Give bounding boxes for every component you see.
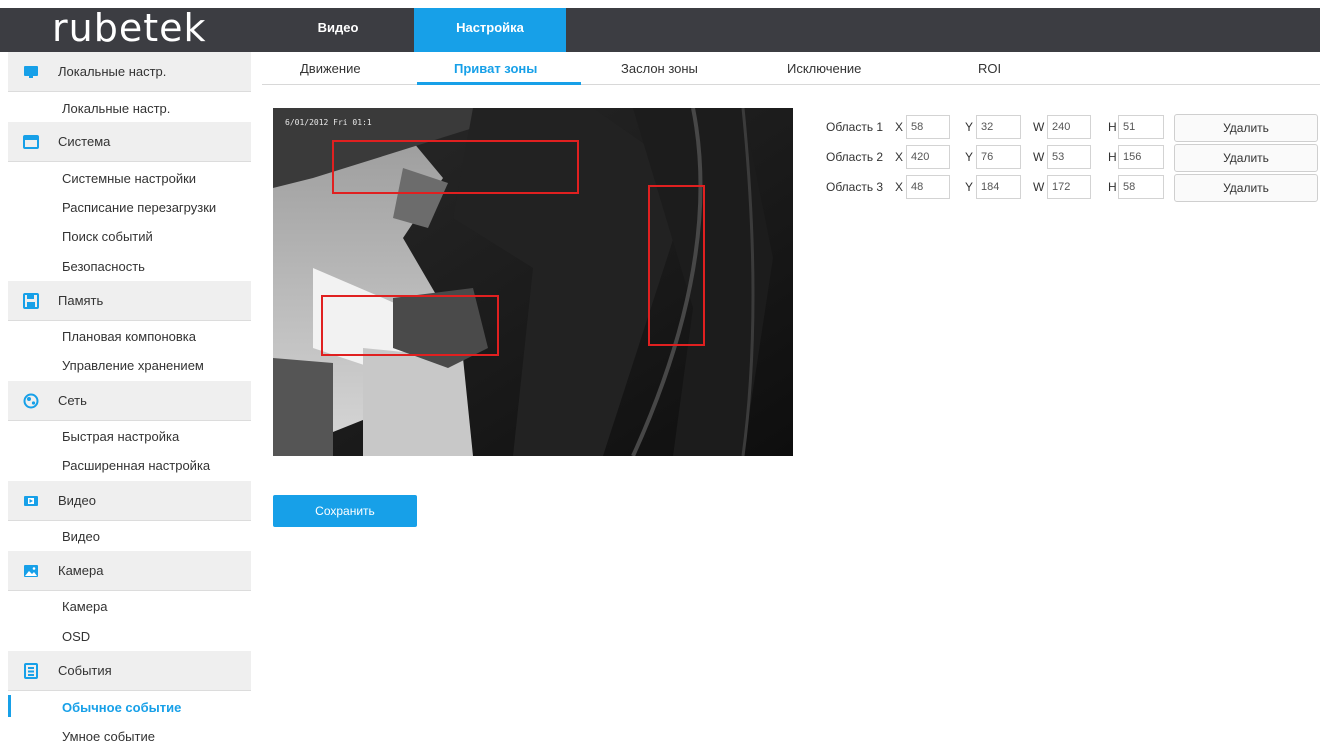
active-item-indicator <box>8 695 11 717</box>
x-input[interactable]: 420 <box>906 145 950 169</box>
image-icon <box>24 565 38 577</box>
sidebar-group-events[interactable]: События <box>8 651 251 691</box>
w-input[interactable]: 240 <box>1047 115 1091 139</box>
sidebar-group-label: Память <box>58 293 104 308</box>
osd-timestamp: 6/01/2012 Fri 01:1 <box>285 118 372 127</box>
sidebar-group-label: Локальные настр. <box>58 64 167 79</box>
x-label: X <box>895 120 904 134</box>
globe-icon <box>23 393 39 409</box>
w-input[interactable]: 53 <box>1047 145 1091 169</box>
sidebar-item-event-search[interactable]: Поиск событий <box>62 229 153 244</box>
w-label: W <box>1033 180 1045 194</box>
monitor-icon <box>24 66 38 78</box>
sidebar-group-network[interactable]: Сеть <box>8 381 251 421</box>
delete-area-1-button[interactable]: Удалить <box>1174 114 1318 142</box>
sidebar-item-video[interactable]: Видео <box>62 529 100 544</box>
y-label: Y <box>965 180 974 194</box>
h-input[interactable]: 156 <box>1118 145 1164 169</box>
sidebar-item-local-settings[interactable]: Локальные настр. <box>62 101 170 116</box>
h-label: H <box>1108 150 1117 164</box>
x-label: X <box>895 150 904 164</box>
logo-area: rubetek <box>0 6 250 52</box>
sidebar-group-label: Система <box>58 134 111 149</box>
subtab-roi[interactable]: ROI <box>978 61 1001 76</box>
y-input[interactable]: 76 <box>976 145 1021 169</box>
y-label: Y <box>965 120 974 134</box>
sidebar-item-normal-event[interactable]: Обычное событие <box>62 700 181 715</box>
area-label: Область 3 <box>826 180 884 194</box>
privacy-zone-2[interactable] <box>648 185 705 346</box>
top-bar: rubetek Видео Настройка <box>0 6 1320 52</box>
x-input[interactable]: 58 <box>906 115 950 139</box>
sidebar-group-system[interactable]: Система <box>8 122 251 162</box>
sidebar-group-camera[interactable]: Камера <box>8 551 251 591</box>
sidebar-item-quick-setup[interactable]: Быстрая настройка <box>62 429 179 444</box>
delete-area-3-button[interactable]: Удалить <box>1174 174 1318 202</box>
sidebar-item-storage-management[interactable]: Управление хранением <box>62 358 204 373</box>
brand-logo: rubetek <box>52 6 207 50</box>
active-subtab-underline <box>417 82 581 85</box>
floppy-icon <box>23 293 39 309</box>
x-input[interactable]: 48 <box>906 175 950 199</box>
tab-settings[interactable]: Настройка <box>414 8 566 52</box>
sidebar-group-storage[interactable]: Память <box>8 281 251 321</box>
sidebar-group-label: События <box>58 663 112 678</box>
sidebar-group-label: Камера <box>58 563 104 578</box>
sidebar-group-local[interactable]: Локальные настр. <box>8 52 251 92</box>
sidebar-item-camera[interactable]: Камера <box>62 599 107 614</box>
sidebar: Локальные настр. Локальные настр. Систем… <box>0 52 251 747</box>
y-input[interactable]: 32 <box>976 115 1021 139</box>
w-input[interactable]: 172 <box>1047 175 1091 199</box>
sidebar-item-security[interactable]: Безопасность <box>62 259 145 274</box>
subtab-motion[interactable]: Движение <box>300 61 361 76</box>
area-label: Область 1 <box>826 120 884 134</box>
x-label: X <box>895 180 904 194</box>
sidebar-group-label: Видео <box>58 493 96 508</box>
video-icon <box>24 496 38 506</box>
area-label: Область 2 <box>826 150 884 164</box>
subtab-privacy-zones[interactable]: Приват зоны <box>454 61 537 76</box>
privacy-zone-1[interactable] <box>332 140 579 194</box>
w-label: W <box>1033 150 1045 164</box>
sidebar-item-reboot-schedule[interactable]: Расписание перезагрузки <box>62 200 216 215</box>
sidebar-group-video[interactable]: Видео <box>8 481 251 521</box>
subtab-shutter-zones[interactable]: Заслон зоны <box>621 61 698 76</box>
sidebar-item-smart-event[interactable]: Умное событие <box>62 729 155 744</box>
privacy-zone-3[interactable] <box>321 295 499 356</box>
h-label: H <box>1108 180 1117 194</box>
h-input[interactable]: 51 <box>1118 115 1164 139</box>
sidebar-item-osd[interactable]: OSD <box>62 629 90 644</box>
h-input[interactable]: 58 <box>1118 175 1164 199</box>
w-label: W <box>1033 120 1045 134</box>
events-icon <box>24 663 38 679</box>
video-preview[interactable]: 6/01/2012 Fri 01:1 <box>273 108 793 456</box>
sidebar-group-label: Сеть <box>58 393 87 408</box>
sub-tab-bar: Движение Приват зоны Заслон зоны Исключе… <box>262 52 1320 85</box>
tab-video[interactable]: Видео <box>262 8 414 52</box>
sidebar-item-advanced-setup[interactable]: Расширенная настройка <box>62 458 210 473</box>
h-label: H <box>1108 120 1117 134</box>
subtab-exclusion[interactable]: Исключение <box>787 61 861 76</box>
save-button[interactable]: Сохранить <box>273 495 417 527</box>
sidebar-item-planned-layout[interactable]: Плановая компоновка <box>62 329 196 344</box>
y-input[interactable]: 184 <box>976 175 1021 199</box>
sidebar-item-system-settings[interactable]: Системные настройки <box>62 171 196 186</box>
delete-area-2-button[interactable]: Удалить <box>1174 144 1318 172</box>
system-icon <box>23 135 39 149</box>
y-label: Y <box>965 150 974 164</box>
